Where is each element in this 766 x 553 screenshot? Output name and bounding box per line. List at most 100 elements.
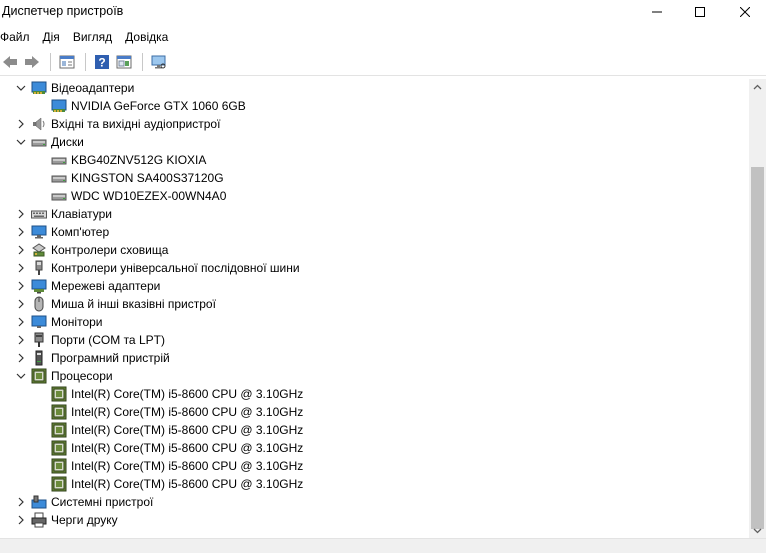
tree-device-item[interactable]: Intel(R) Core(TM) i5-8600 CPU @ 3.10GHz — [51, 475, 303, 493]
mouse-icon — [31, 296, 47, 312]
tree-category-software-devices[interactable]: Програмний пристрій — [14, 349, 170, 367]
tree-category-label: Мережеві адаптери — [51, 279, 161, 293]
tree-category-monitors[interactable]: Монітори — [14, 313, 103, 331]
chevron-right-icon[interactable] — [14, 349, 28, 367]
menu-help[interactable]: Довідка — [125, 27, 174, 47]
tree-category-computer[interactable]: Комп'ютер — [14, 223, 109, 241]
chevron-right-icon[interactable] — [14, 331, 28, 349]
scroll-up-arrow-icon[interactable] — [749, 79, 766, 96]
software-device-icon — [31, 350, 47, 366]
horizontal-scrollbar[interactable] — [0, 539, 766, 553]
scroll-down-arrow-icon[interactable] — [749, 522, 766, 539]
tree-category-label: Монітори — [51, 315, 103, 329]
menu-file[interactable]: Файл — [0, 27, 36, 47]
maximize-button[interactable] — [677, 0, 723, 24]
tree-category-label: Миша й інші вказівні пристрої — [51, 297, 216, 311]
tree-category-label: Клавіатури — [51, 207, 112, 221]
tree-device-label: Intel(R) Core(TM) i5-8600 CPU @ 3.10GHz — [71, 441, 304, 455]
tree-category-network-adapters[interactable]: Мережеві адаптери — [14, 277, 160, 295]
tree-category-usb-controllers[interactable]: Контролери універсальної послідовної шин… — [14, 259, 300, 277]
tree-category-display-adapters[interactable]: Відеоадаптери — [14, 79, 134, 97]
display-adapter-icon — [51, 98, 67, 114]
menu-action[interactable]: Дія — [43, 27, 66, 47]
minimize-button[interactable] — [634, 0, 680, 24]
tree-category-system-devices[interactable]: Системні пристрої — [14, 493, 153, 511]
tree-category-keyboards[interactable]: Клавіатури — [14, 205, 112, 223]
tree-device-label: KBG40ZNV512G KIOXIA — [71, 153, 207, 167]
printer-icon — [31, 512, 47, 528]
back-button[interactable] — [0, 52, 20, 72]
system-device-icon — [31, 494, 47, 510]
forward-button[interactable] — [22, 52, 42, 72]
tree-device-label: Intel(R) Core(TM) i5-8600 CPU @ 3.10GHz — [71, 387, 304, 401]
tree-device-item[interactable]: Intel(R) Core(TM) i5-8600 CPU @ 3.10GHz — [51, 439, 303, 457]
storage-controller-icon — [31, 242, 47, 258]
properties-icon — [59, 55, 75, 69]
tree-category-storage-controllers[interactable]: Контролери сховища — [14, 241, 168, 259]
toolbar-divider — [0, 75, 766, 76]
processor-icon — [51, 476, 67, 492]
processor-icon — [51, 422, 67, 438]
tree-category-label: Порти (COM та LPT) — [51, 333, 165, 347]
tree-device-label: WDC WD10EZEX-00WN4A0 — [71, 189, 227, 203]
tree-category-print-queues[interactable]: Черги друку — [14, 511, 118, 529]
chevron-down-icon[interactable] — [14, 367, 28, 385]
update-driver-button[interactable] — [114, 52, 134, 72]
tree-category-mice[interactable]: Миша й інші вказівні пристрої — [14, 295, 216, 313]
scrollbar-thumb[interactable] — [751, 167, 764, 529]
tree-device-item[interactable]: KBG40ZNV512G KIOXIA — [51, 151, 206, 169]
chevron-right-icon[interactable] — [14, 493, 28, 511]
close-button[interactable] — [722, 0, 766, 24]
tree-device-label: Intel(R) Core(TM) i5-8600 CPU @ 3.10GHz — [71, 423, 304, 437]
chevron-right-icon[interactable] — [14, 205, 28, 223]
tree-device-label: Intel(R) Core(TM) i5-8600 CPU @ 3.10GHz — [71, 405, 304, 419]
chevron-right-icon[interactable] — [14, 241, 28, 259]
disk-drive-icon — [51, 152, 67, 168]
chevron-right-icon[interactable] — [14, 511, 28, 529]
menu-bar: Файл Дія Вигляд Довідка — [0, 27, 181, 47]
tree-category-processors[interactable]: Процесори — [14, 367, 113, 385]
chevron-down-icon[interactable] — [14, 79, 28, 97]
chevron-right-icon[interactable] — [14, 223, 28, 241]
network-adapter-icon — [31, 278, 47, 294]
chevron-right-icon[interactable] — [14, 277, 28, 295]
tree-device-item[interactable]: Intel(R) Core(TM) i5-8600 CPU @ 3.10GHz — [51, 457, 303, 475]
tree-category-audio[interactable]: Вхідні та вихідні аудіопристрої — [14, 115, 220, 133]
tree-category-label: Процесори — [51, 369, 113, 383]
chevron-right-icon[interactable] — [14, 259, 28, 277]
tree-device-label: KINGSTON SA400S37120G — [71, 171, 224, 185]
toolbar-separator — [142, 53, 143, 71]
tree-device-item[interactable]: NVIDIA GeForce GTX 1060 6GB — [51, 97, 246, 115]
chevron-down-icon[interactable] — [14, 133, 28, 151]
tree-category-disk-drives[interactable]: Диски — [14, 133, 84, 151]
scan-hardware-button[interactable] — [149, 52, 169, 72]
port-icon — [31, 332, 47, 348]
update-driver-icon — [116, 55, 132, 69]
help-button[interactable]: ? — [92, 52, 112, 72]
tree-category-ports[interactable]: Порти (COM та LPT) — [14, 331, 165, 349]
tree-category-label: Контролери сховища — [51, 243, 169, 257]
keyboard-icon — [31, 206, 47, 222]
device-tree: Відеоадаптери NVIDIA GeForce GTX 1060 6G… — [0, 79, 749, 539]
usb-icon — [31, 260, 47, 276]
help-icon: ? — [95, 55, 109, 70]
tree-device-item[interactable]: Intel(R) Core(TM) i5-8600 CPU @ 3.10GHz — [51, 385, 303, 403]
close-icon — [740, 7, 750, 17]
menu-view[interactable]: Вигляд — [73, 27, 118, 47]
tree-category-label: Черги друку — [51, 513, 118, 527]
tree-device-item[interactable]: Intel(R) Core(TM) i5-8600 CPU @ 3.10GHz — [51, 403, 303, 421]
tree-device-item[interactable]: Intel(R) Core(TM) i5-8600 CPU @ 3.10GHz — [51, 421, 303, 439]
tree-category-label: Відеоадаптери — [51, 81, 135, 95]
processor-icon — [51, 458, 67, 474]
properties-button[interactable] — [57, 52, 77, 72]
tree-device-item[interactable]: WDC WD10EZEX-00WN4A0 — [51, 187, 226, 205]
tree-device-label: NVIDIA GeForce GTX 1060 6GB — [71, 99, 246, 113]
chevron-right-icon[interactable] — [14, 115, 28, 133]
minimize-icon — [652, 11, 662, 13]
chevron-right-icon[interactable] — [14, 295, 28, 313]
forward-arrow-icon — [25, 56, 39, 68]
chevron-right-icon[interactable] — [14, 313, 28, 331]
vertical-scrollbar[interactable] — [749, 79, 766, 539]
tree-device-item[interactable]: KINGSTON SA400S37120G — [51, 169, 224, 187]
toolbar: ? — [0, 50, 766, 74]
